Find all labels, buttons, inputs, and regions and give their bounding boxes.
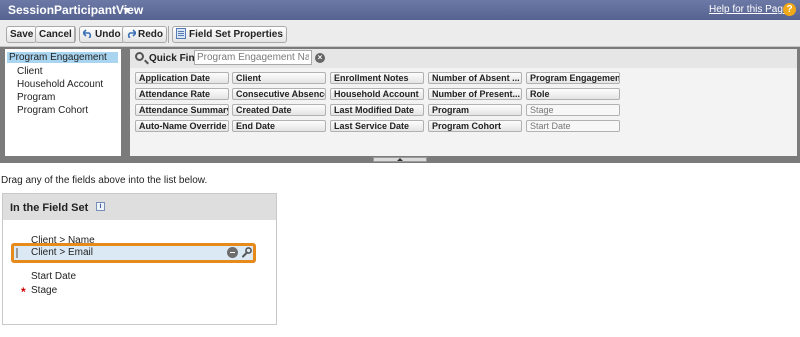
field-set-item-selected[interactable]: Client > Email <box>11 243 256 263</box>
help-icon[interactable]: ? <box>783 3 796 16</box>
field-button[interactable]: Program Engagemen... <box>526 72 620 84</box>
clear-search-icon[interactable]: × <box>315 53 325 63</box>
field-set-properties-label: Field Set Properties <box>189 29 283 40</box>
field-button-used[interactable]: Stage <box>526 104 620 116</box>
info-icon[interactable]: i <box>96 202 105 211</box>
search-icon <box>135 52 144 61</box>
fields-panel: Quick Find × Application Date Client Enr… <box>130 49 797 156</box>
field-button[interactable]: Application Date <box>135 72 229 84</box>
title-bar: SessionParticipantView Help for this Pag… <box>0 0 800 20</box>
field-button-used[interactable]: Start Date <box>526 120 620 132</box>
field-button[interactable]: Attendance Rate <box>135 88 229 100</box>
undo-button[interactable]: Undo <box>79 26 125 43</box>
field-button[interactable]: Household Account <box>330 88 424 100</box>
field-button[interactable]: Last Service Date <box>330 120 424 132</box>
redo-icon <box>127 29 136 38</box>
field-palette: Program Engagement Client Household Acco… <box>0 47 800 163</box>
object-item-selected[interactable]: Program Engagement <box>7 52 118 63</box>
field-button[interactable]: Created Date <box>232 104 326 116</box>
field-button[interactable]: Program Cohort <box>428 120 522 132</box>
help-link[interactable]: Help for this Page <box>709 4 789 15</box>
field-set-title: In the Field Set <box>10 202 89 214</box>
field-button[interactable]: Number of Absent ... <box>428 72 522 84</box>
undo-label: Undo <box>95 29 121 40</box>
field-button[interactable]: Client <box>232 72 326 84</box>
cancel-button[interactable]: Cancel <box>35 26 76 43</box>
object-item[interactable]: Client <box>17 66 43 77</box>
toolbar: Save Cancel Undo Redo Field Set Properti… <box>0 20 800 47</box>
field-set-properties-button[interactable]: Field Set Properties <box>172 26 287 43</box>
save-button[interactable]: Save <box>6 26 38 43</box>
object-item[interactable]: Program <box>17 92 55 103</box>
field-set-header: In the Field Set i <box>3 194 276 220</box>
quick-find-label: Quick Find <box>149 53 201 64</box>
title-dropdown-caret-icon[interactable] <box>123 8 131 13</box>
toolbar-separator <box>168 26 169 43</box>
undo-icon <box>83 29 92 38</box>
field-button[interactable]: Role <box>526 88 620 100</box>
redo-label: Redo <box>138 29 163 40</box>
selected-row-background: Client > Email <box>14 246 253 260</box>
field-button[interactable]: Consecutive Absences <box>232 88 326 100</box>
quick-find-bar: Quick Find × <box>130 49 797 68</box>
quick-find-input[interactable] <box>194 50 312 65</box>
field-set-item-label: Client > Email <box>31 247 93 258</box>
field-button[interactable]: Last Modified Date <box>330 104 424 116</box>
field-set-panel: In the Field Set i Client > Name Client … <box>2 193 277 325</box>
field-button[interactable]: End Date <box>232 120 326 132</box>
field-set-item[interactable]: Start Date <box>31 271 76 282</box>
wrench-icon[interactable] <box>241 247 252 258</box>
remove-icon[interactable] <box>227 247 238 258</box>
redo-button[interactable]: Redo <box>122 26 167 43</box>
toolbar-separator <box>74 26 75 43</box>
field-button[interactable]: Program <box>428 104 522 116</box>
object-list: Program Engagement Client Household Acco… <box>5 49 121 156</box>
required-marker: * <box>21 285 26 299</box>
object-item[interactable]: Household Account <box>17 79 103 90</box>
field-button[interactable]: Number of Present... <box>428 88 522 100</box>
properties-icon <box>176 28 186 39</box>
field-button[interactable]: Attendance Summary <box>135 104 229 116</box>
field-set-item[interactable]: Stage <box>31 285 57 296</box>
collapse-palette-handle[interactable] <box>373 157 427 162</box>
field-button[interactable]: Auto-Name Override <box>135 120 229 132</box>
drag-handle-icon[interactable] <box>16 248 18 258</box>
drag-hint: Drag any of the fields above into the li… <box>1 175 208 186</box>
object-item[interactable]: Program Cohort <box>17 105 88 116</box>
field-button[interactable]: Enrollment Notes <box>330 72 424 84</box>
